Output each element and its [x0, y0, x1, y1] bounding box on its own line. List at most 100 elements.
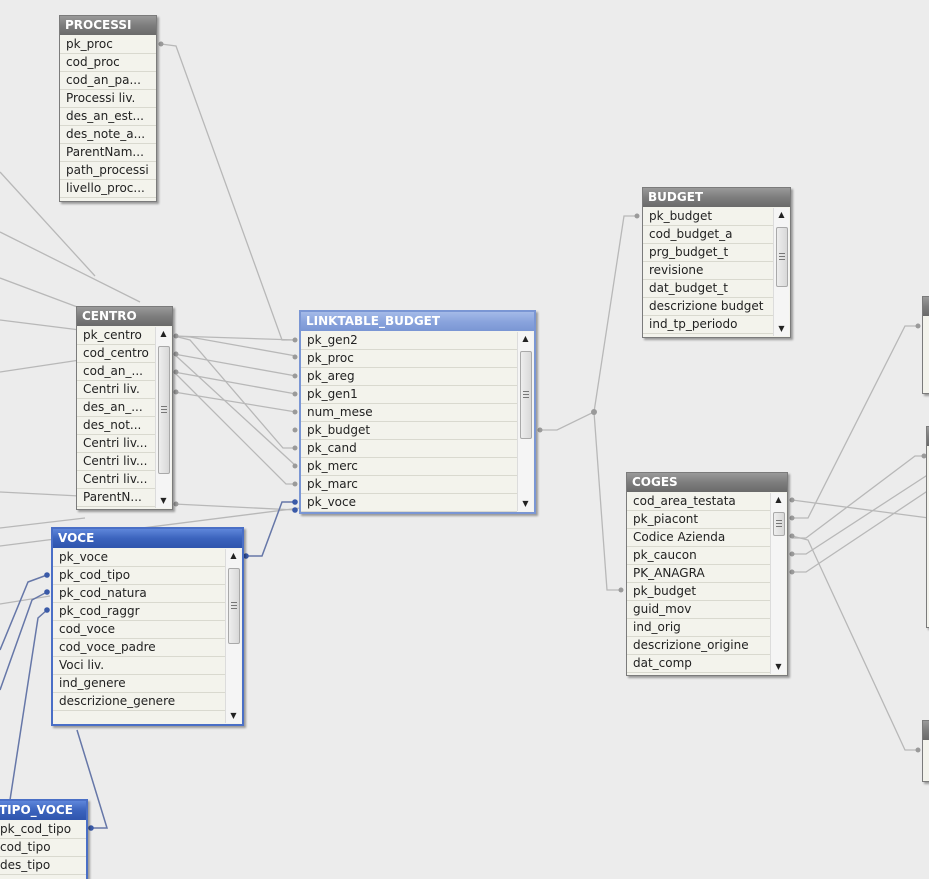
field-row[interactable]: pk_piacont — [627, 511, 770, 529]
scroll-up-icon[interactable]: ▲ — [518, 332, 533, 346]
vertical-scrollbar[interactable]: ▲ ▼ — [225, 549, 241, 723]
vertical-scrollbar[interactable]: ▲ ▼ — [770, 493, 786, 674]
field-row[interactable]: livello_proc... — [60, 180, 156, 198]
table-title[interactable]: PROCESSI — [60, 16, 156, 35]
field-row[interactable]: dat_comp — [627, 655, 770, 673]
field-row[interactable]: Centri liv... — [77, 471, 155, 489]
field-row[interactable]: pk_areg — [301, 368, 517, 386]
scroll-down-icon[interactable]: ▼ — [771, 660, 786, 674]
table-centro[interactable]: CENTRO pk_centro cod_centro cod_an_... Cent… — [76, 306, 173, 510]
table-title[interactable]: LINKTABLE_BUDGET — [301, 312, 534, 331]
table-title[interactable] — [923, 297, 929, 316]
table-title[interactable]: COGES — [627, 473, 787, 492]
field-row[interactable]: pk_cod_tipo — [53, 567, 225, 585]
field-row[interactable]: pk_cod_tipo — [0, 821, 86, 839]
field-row[interactable]: cod_budget_a — [643, 226, 773, 244]
field-row[interactable]: pk_gen1 — [301, 386, 517, 404]
field-list: pk_voce pk_cod_tipo pk_cod_natura pk_cod_ra… — [53, 549, 242, 711]
field-row[interactable]: revisione — [643, 262, 773, 280]
field-row[interactable]: prg_budget_t — [643, 244, 773, 262]
field-row[interactable]: Centri liv... — [77, 453, 155, 471]
table-offscreen-right-1[interactable] — [922, 296, 929, 394]
field-row[interactable]: cod_voce_padre — [53, 639, 225, 657]
field-row[interactable]: des_an_... — [77, 399, 155, 417]
field-row[interactable]: path_processi — [60, 162, 156, 180]
field-row[interactable]: Voci liv. — [53, 657, 225, 675]
field-row[interactable]: cod_tipo — [0, 839, 86, 857]
scroll-up-icon[interactable]: ▲ — [774, 208, 789, 222]
field-row[interactable]: cod_area_testata — [627, 493, 770, 511]
field-row[interactable]: cod_centro — [77, 345, 155, 363]
vertical-scrollbar[interactable]: ▲ ▼ — [517, 332, 533, 511]
scroll-thumb[interactable] — [773, 512, 785, 536]
field-row[interactable]: des_tipo — [0, 857, 86, 875]
field-row[interactable]: ParentN... — [77, 489, 155, 507]
table-title[interactable]: TIPO_VOCE — [0, 801, 86, 820]
field-row[interactable]: num_mese — [301, 404, 517, 422]
field-row[interactable]: Centri liv... — [77, 435, 155, 453]
scroll-down-icon[interactable]: ▼ — [518, 497, 533, 511]
field-row[interactable]: pk_proc — [60, 36, 156, 54]
table-title[interactable]: VOCE — [53, 529, 242, 548]
field-row[interactable]: des_an_est... — [60, 108, 156, 126]
field-row[interactable]: Centri liv. — [77, 381, 155, 399]
field-row[interactable]: pk_gen2 — [301, 332, 517, 350]
field-row[interactable]: pk_budget — [301, 422, 517, 440]
field-list: pk_budget cod_budget_a prg_budget_t revisio… — [643, 208, 790, 334]
scroll-thumb[interactable] — [158, 346, 170, 474]
table-coges[interactable]: COGES cod_area_testata pk_piacont Codice A… — [626, 472, 788, 676]
field-row[interactable]: ParentNam... — [60, 144, 156, 162]
field-row[interactable]: ind_orig — [627, 619, 770, 637]
field-row[interactable]: dat_budget_t — [643, 280, 773, 298]
field-row[interactable]: cod_voce — [53, 621, 225, 639]
field-row[interactable]: cod_an_... — [77, 363, 155, 381]
field-row[interactable]: pk_voce — [301, 494, 517, 512]
table-voce[interactable]: VOCE pk_voce pk_cod_tipo pk_cod_natura pk_c… — [51, 527, 244, 726]
vertical-scrollbar[interactable]: ▲ ▼ — [773, 208, 789, 336]
field-row[interactable]: pk_cod_natura — [53, 585, 225, 603]
field-row[interactable]: ind_tp_periodo — [643, 316, 773, 334]
field-row[interactable]: pk_marc — [301, 476, 517, 494]
table-tipo-voce[interactable]: TIPO_VOCE pk_cod_tipo cod_tipo des_tipo — [0, 799, 88, 879]
table-budget[interactable]: BUDGET pk_budget cod_budget_a prg_budget_t… — [642, 187, 791, 338]
scroll-thumb[interactable] — [776, 227, 788, 287]
field-row[interactable]: pk_cod_raggr — [53, 603, 225, 621]
field-row[interactable]: descrizione_origine — [627, 637, 770, 655]
scroll-up-icon[interactable]: ▲ — [226, 549, 241, 563]
vertical-scrollbar[interactable]: ▲ ▼ — [155, 327, 171, 508]
field-row[interactable]: des_not... — [77, 417, 155, 435]
scroll-down-icon[interactable]: ▼ — [774, 322, 789, 336]
scroll-down-icon[interactable]: ▼ — [156, 494, 171, 508]
table-title[interactable]: CENTRO — [77, 307, 172, 326]
field-row[interactable]: descrizione_genere — [53, 693, 225, 711]
scroll-up-icon[interactable]: ▲ — [771, 493, 786, 507]
field-row[interactable]: pk_cand — [301, 440, 517, 458]
field-row[interactable]: pk_voce — [53, 549, 225, 567]
field-list: pk_proc cod_proc cod_an_pa... Processi liv.… — [60, 36, 156, 198]
scroll-thumb[interactable] — [520, 351, 532, 439]
field-row[interactable]: pk_proc — [301, 350, 517, 368]
field-row[interactable]: Codice Azienda — [627, 529, 770, 547]
field-row[interactable]: des_note_a... — [60, 126, 156, 144]
table-linktable-budget[interactable]: LINKTABLE_BUDGET pk_gen2 pk_proc pk_areg pk… — [299, 310, 536, 514]
field-row[interactable]: descrizione budget — [643, 298, 773, 316]
table-title[interactable]: BUDGET — [643, 188, 790, 207]
field-row[interactable]: cod_proc — [60, 54, 156, 72]
field-row[interactable]: pk_caucon — [627, 547, 770, 565]
table-title[interactable] — [923, 721, 929, 740]
field-row[interactable]: guid_mov — [627, 601, 770, 619]
scroll-up-icon[interactable]: ▲ — [156, 327, 171, 341]
scroll-down-icon[interactable]: ▼ — [226, 709, 241, 723]
field-row[interactable]: PK_ANAGRA — [627, 565, 770, 583]
field-row[interactable]: ind_genere — [53, 675, 225, 693]
scroll-thumb[interactable] — [228, 568, 240, 644]
field-row[interactable]: pk_merc — [301, 458, 517, 476]
field-row[interactable]: pk_budget — [643, 208, 773, 226]
field-list: cod_area_testata pk_piacont Codice Azienda… — [627, 493, 787, 673]
table-processi[interactable]: PROCESSI pk_proc cod_proc cod_an_pa... Proc… — [59, 15, 157, 202]
field-row[interactable]: Processi liv. — [60, 90, 156, 108]
table-offscreen-right-3[interactable] — [922, 720, 929, 782]
field-row[interactable]: cod_an_pa... — [60, 72, 156, 90]
field-row[interactable]: pk_budget — [627, 583, 770, 601]
field-row[interactable]: pk_centro — [77, 327, 155, 345]
